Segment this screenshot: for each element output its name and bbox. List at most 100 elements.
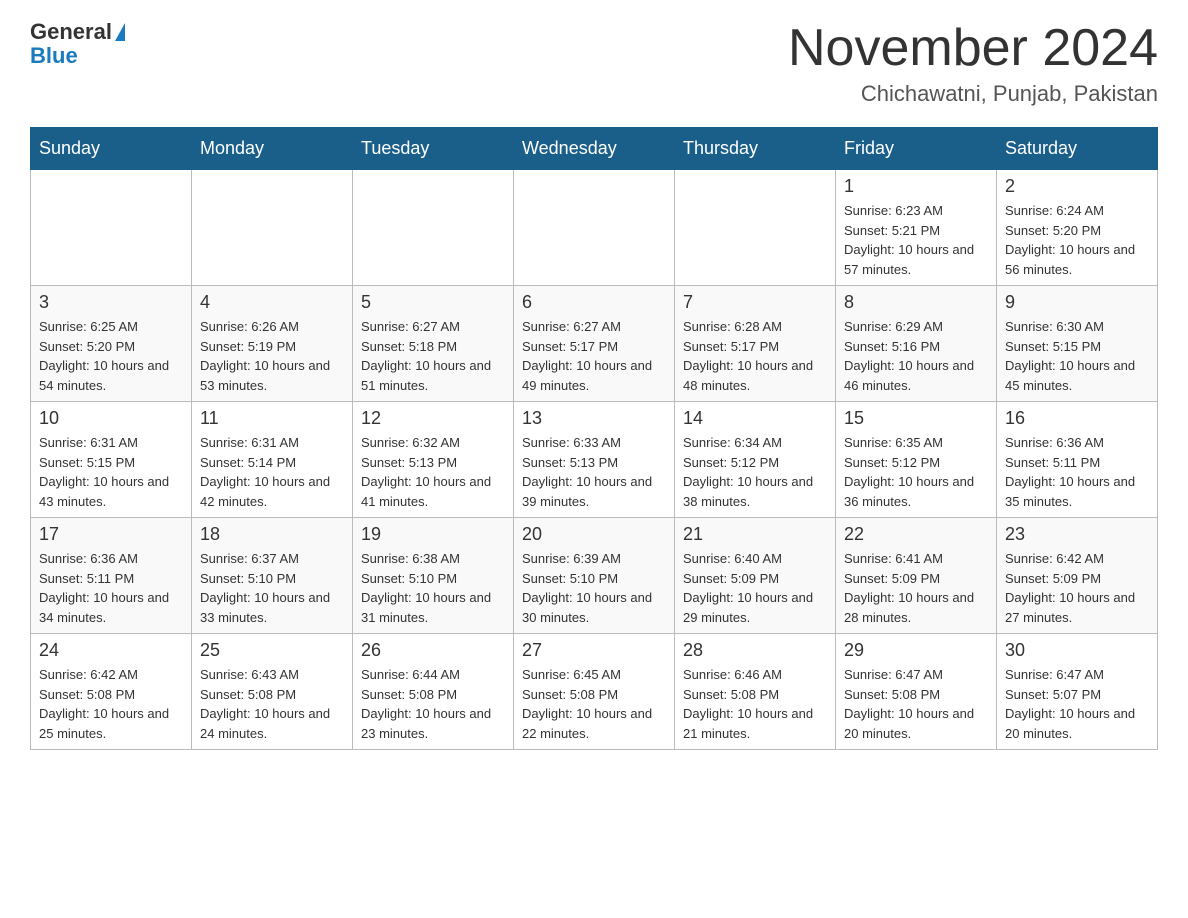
weekday-header-wednesday: Wednesday [514, 128, 675, 170]
week-row-3: 10 Sunrise: 6:31 AM Sunset: 5:15 PM Dayli… [31, 402, 1158, 518]
day-info: Sunrise: 6:34 AM Sunset: 5:12 PM Dayligh… [683, 433, 827, 511]
day-number: 7 [683, 292, 827, 313]
day-number: 1 [844, 176, 988, 197]
calendar-cell: 7Sunrise: 6:28 AM Sunset: 5:17 PM Daylig… [675, 286, 836, 402]
calendar-cell: 8Sunrise: 6:29 AM Sunset: 5:16 PM Daylig… [836, 286, 997, 402]
calendar-cell [192, 170, 353, 286]
day-number: 6 [522, 292, 666, 313]
calendar-cell: 30 Sunrise: 6:47 AM Sunset: 5:07 PM Dayli… [997, 634, 1158, 750]
day-number: 2 [1005, 176, 1149, 197]
calendar-cell: 29 Sunrise: 6:47 AM Sunset: 5:08 PM Dayli… [836, 634, 997, 750]
title-section: November 2024 Chichawatni, Punjab, Pakis… [788, 20, 1158, 107]
day-info: Sunrise: 6:27 AM Sunset: 5:17 PM Dayligh… [522, 317, 666, 395]
day-info: Sunrise: 6:32 AM Sunset: 5:13 PM Dayligh… [361, 433, 505, 511]
day-info: Sunrise: 6:26 AM Sunset: 5:19 PM Dayligh… [200, 317, 344, 395]
day-number: 28 [683, 640, 827, 661]
day-info: Sunrise: 6:37 AM Sunset: 5:10 PM Dayligh… [200, 549, 344, 627]
weekday-header-tuesday: Tuesday [353, 128, 514, 170]
calendar-cell: 22 Sunrise: 6:41 AM Sunset: 5:09 PM Dayli… [836, 518, 997, 634]
calendar-cell: 26Sunrise: 6:44 AM Sunset: 5:08 PM Dayli… [353, 634, 514, 750]
calendar-cell: 1 Sunrise: 6:23 AM Sunset: 5:21 PM Daylig… [836, 170, 997, 286]
logo-text-blue: Blue [30, 43, 78, 68]
day-number: 24 [39, 640, 183, 661]
day-number: 19 [361, 524, 505, 545]
day-number: 22 [844, 524, 988, 545]
calendar-cell: 18Sunrise: 6:37 AM Sunset: 5:10 PM Dayli… [192, 518, 353, 634]
calendar-cell: 23 Sunrise: 6:42 AM Sunset: 5:09 PM Dayli… [997, 518, 1158, 634]
day-number: 30 [1005, 640, 1149, 661]
day-number: 13 [522, 408, 666, 429]
logo-triangle-icon [115, 23, 125, 41]
calendar-cell [514, 170, 675, 286]
day-info: Sunrise: 6:42 AM Sunset: 5:08 PM Dayligh… [39, 665, 183, 743]
day-info: Sunrise: 6:31 AM Sunset: 5:15 PM Dayligh… [39, 433, 183, 511]
calendar-cell: 6 Sunrise: 6:27 AM Sunset: 5:17 PM Daylig… [514, 286, 675, 402]
day-number: 25 [200, 640, 344, 661]
calendar-cell: 13Sunrise: 6:33 AM Sunset: 5:13 PM Dayli… [514, 402, 675, 518]
week-row-1: 1 Sunrise: 6:23 AM Sunset: 5:21 PM Daylig… [31, 170, 1158, 286]
calendar-cell: 24 Sunrise: 6:42 AM Sunset: 5:08 PM Dayli… [31, 634, 192, 750]
calendar-cell [675, 170, 836, 286]
day-number: 29 [844, 640, 988, 661]
weekday-header-monday: Monday [192, 128, 353, 170]
calendar-cell: 19 Sunrise: 6:38 AM Sunset: 5:10 PM Dayli… [353, 518, 514, 634]
location-title: Chichawatni, Punjab, Pakistan [788, 81, 1158, 107]
month-title: November 2024 [788, 20, 1158, 77]
week-row-5: 24 Sunrise: 6:42 AM Sunset: 5:08 PM Dayli… [31, 634, 1158, 750]
calendar-cell: 20 Sunrise: 6:39 AM Sunset: 5:10 PM Dayli… [514, 518, 675, 634]
day-number: 10 [39, 408, 183, 429]
day-info: Sunrise: 6:36 AM Sunset: 5:11 PM Dayligh… [39, 549, 183, 627]
page-header: General Blue November 2024 Chichawatni, … [30, 20, 1158, 107]
weekday-header-friday: Friday [836, 128, 997, 170]
calendar-cell: 5 Sunrise: 6:27 AM Sunset: 5:18 PM Daylig… [353, 286, 514, 402]
logo-text-general: General [30, 20, 112, 44]
day-number: 27 [522, 640, 666, 661]
day-number: 17 [39, 524, 183, 545]
day-info: Sunrise: 6:31 AM Sunset: 5:14 PM Dayligh… [200, 433, 344, 511]
calendar-cell: 15Sunrise: 6:35 AM Sunset: 5:12 PM Dayli… [836, 402, 997, 518]
calendar-cell: 2 Sunrise: 6:24 AM Sunset: 5:20 PM Daylig… [997, 170, 1158, 286]
calendar-cell [353, 170, 514, 286]
week-row-4: 17 Sunrise: 6:36 AM Sunset: 5:11 PM Dayli… [31, 518, 1158, 634]
calendar-cell: 27 Sunrise: 6:45 AM Sunset: 5:08 PM Dayli… [514, 634, 675, 750]
calendar-cell: 10 Sunrise: 6:31 AM Sunset: 5:15 PM Dayli… [31, 402, 192, 518]
day-number: 15 [844, 408, 988, 429]
weekday-header-row: SundayMondayTuesdayWednesdayThursdayFrid… [31, 128, 1158, 170]
calendar-cell [31, 170, 192, 286]
day-info: Sunrise: 6:40 AM Sunset: 5:09 PM Dayligh… [683, 549, 827, 627]
weekday-header-thursday: Thursday [675, 128, 836, 170]
day-number: 20 [522, 524, 666, 545]
calendar-cell: 14Sunrise: 6:34 AM Sunset: 5:12 PM Dayli… [675, 402, 836, 518]
day-number: 23 [1005, 524, 1149, 545]
day-number: 21 [683, 524, 827, 545]
day-info: Sunrise: 6:47 AM Sunset: 5:07 PM Dayligh… [1005, 665, 1149, 743]
week-row-2: 3Sunrise: 6:25 AM Sunset: 5:20 PM Daylig… [31, 286, 1158, 402]
day-number: 9 [1005, 292, 1149, 313]
day-number: 8 [844, 292, 988, 313]
calendar-cell: 17 Sunrise: 6:36 AM Sunset: 5:11 PM Dayli… [31, 518, 192, 634]
day-info: Sunrise: 6:27 AM Sunset: 5:18 PM Dayligh… [361, 317, 505, 395]
day-info: Sunrise: 6:45 AM Sunset: 5:08 PM Dayligh… [522, 665, 666, 743]
day-info: Sunrise: 6:38 AM Sunset: 5:10 PM Dayligh… [361, 549, 505, 627]
day-info: Sunrise: 6:41 AM Sunset: 5:09 PM Dayligh… [844, 549, 988, 627]
day-info: Sunrise: 6:36 AM Sunset: 5:11 PM Dayligh… [1005, 433, 1149, 511]
day-info: Sunrise: 6:24 AM Sunset: 5:20 PM Dayligh… [1005, 201, 1149, 279]
day-info: Sunrise: 6:46 AM Sunset: 5:08 PM Dayligh… [683, 665, 827, 743]
day-info: Sunrise: 6:42 AM Sunset: 5:09 PM Dayligh… [1005, 549, 1149, 627]
calendar-cell: 28 Sunrise: 6:46 AM Sunset: 5:08 PM Dayli… [675, 634, 836, 750]
calendar-cell: 11Sunrise: 6:31 AM Sunset: 5:14 PM Dayli… [192, 402, 353, 518]
day-info: Sunrise: 6:30 AM Sunset: 5:15 PM Dayligh… [1005, 317, 1149, 395]
day-info: Sunrise: 6:47 AM Sunset: 5:08 PM Dayligh… [844, 665, 988, 743]
day-info: Sunrise: 6:23 AM Sunset: 5:21 PM Dayligh… [844, 201, 988, 279]
calendar-table: SundayMondayTuesdayWednesdayThursdayFrid… [30, 127, 1158, 750]
calendar-cell: 21 Sunrise: 6:40 AM Sunset: 5:09 PM Dayli… [675, 518, 836, 634]
weekday-header-saturday: Saturday [997, 128, 1158, 170]
calendar-cell: 16 Sunrise: 6:36 AM Sunset: 5:11 PM Dayli… [997, 402, 1158, 518]
day-number: 26 [361, 640, 505, 661]
day-number: 16 [1005, 408, 1149, 429]
day-number: 3 [39, 292, 183, 313]
day-info: Sunrise: 6:39 AM Sunset: 5:10 PM Dayligh… [522, 549, 666, 627]
day-number: 5 [361, 292, 505, 313]
calendar-cell: 12Sunrise: 6:32 AM Sunset: 5:13 PM Dayli… [353, 402, 514, 518]
day-number: 4 [200, 292, 344, 313]
